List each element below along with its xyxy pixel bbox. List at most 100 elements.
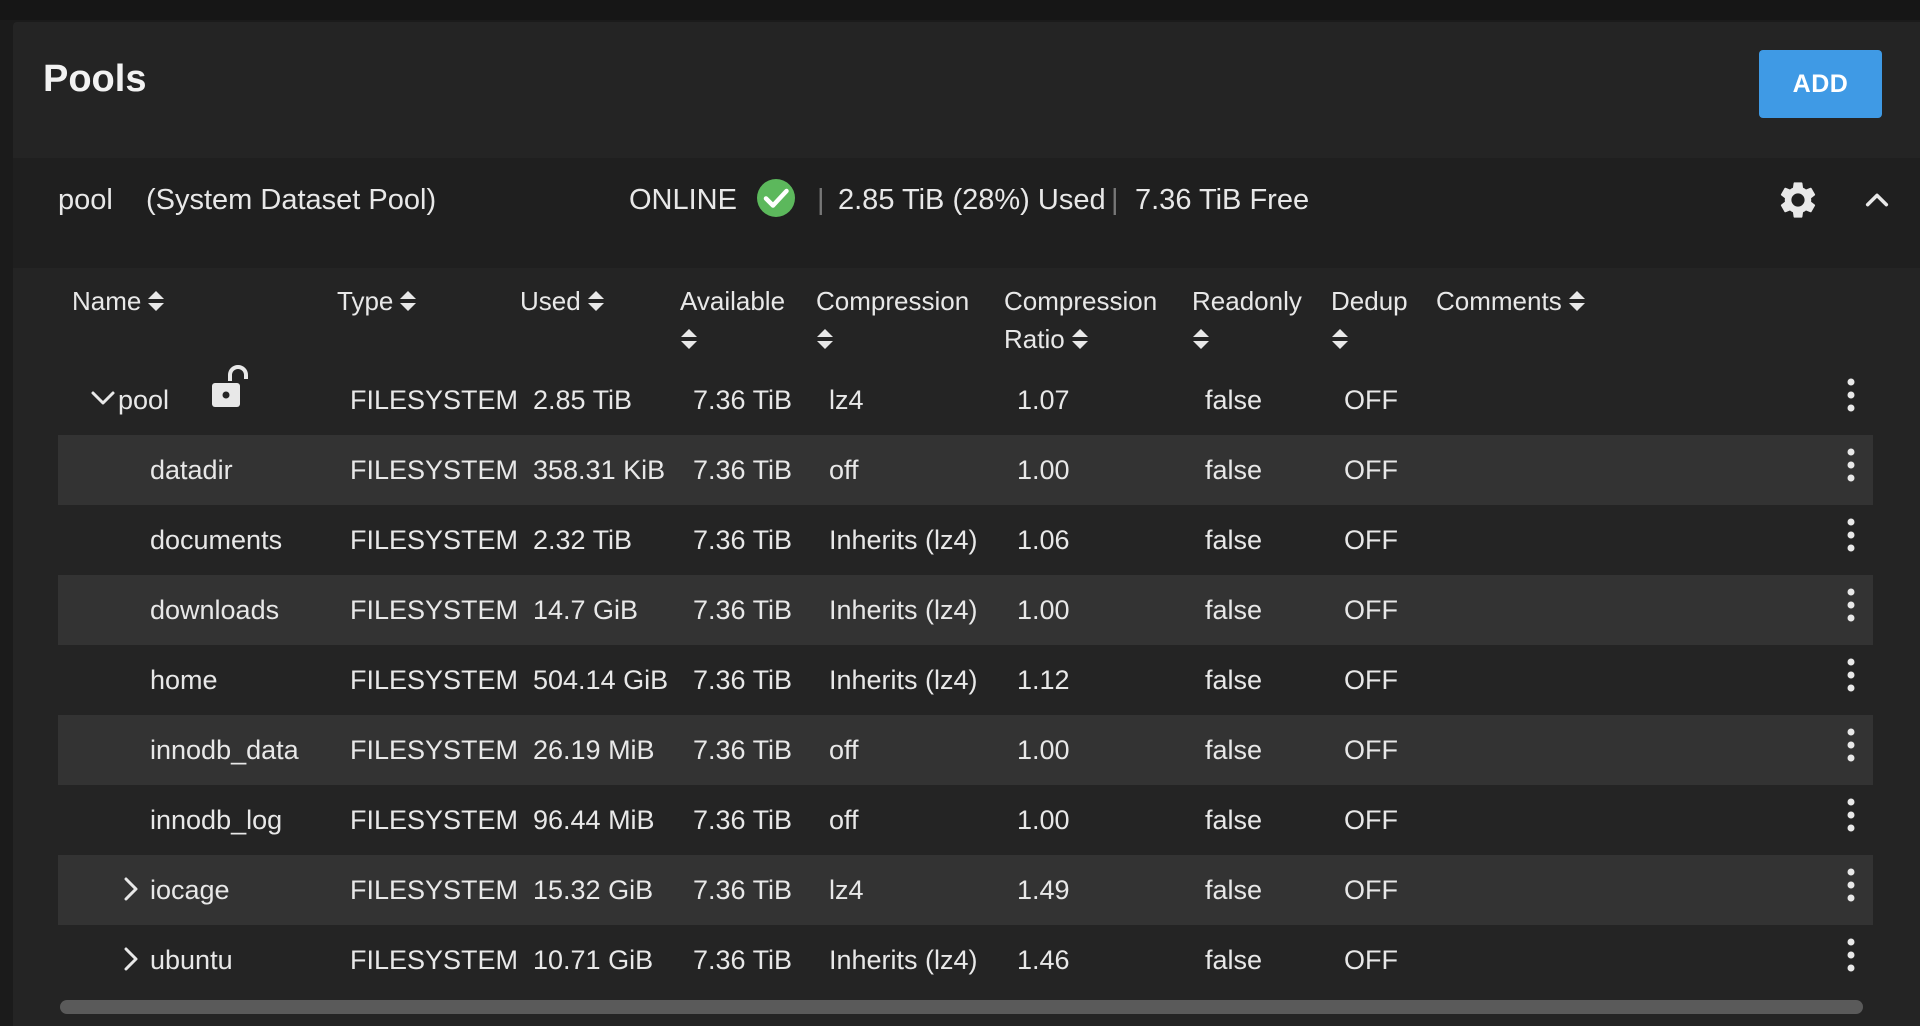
column-header-label: Readonly (1192, 286, 1302, 316)
more-vert-icon[interactable] (1843, 515, 1859, 555)
table-row[interactable]: home FILESYSTEM 504.14 GiB 7.36 TiB Inhe… (58, 645, 1873, 715)
sort-icon[interactable] (1071, 328, 1089, 350)
sort-icon[interactable] (399, 290, 417, 312)
cell-readonly: false (1205, 945, 1263, 975)
cell-name: home (150, 665, 218, 695)
chevron-up-icon[interactable] (1863, 186, 1891, 214)
sort-icon[interactable] (1568, 290, 1586, 312)
column-header-label: Available (680, 286, 786, 316)
cell-dedup: OFF (1344, 945, 1398, 975)
chevron-down-icon[interactable] (90, 389, 116, 409)
check-circle-icon (757, 179, 795, 217)
cell-ratio: 1.00 (1017, 805, 1070, 835)
cell-dedup: OFF (1344, 455, 1398, 485)
cell-compression: Inherits (lz4) (829, 595, 978, 625)
chevron-right-icon[interactable] (120, 945, 142, 973)
cell-dedup: OFF (1344, 595, 1398, 625)
more-vert-icon[interactable] (1843, 725, 1859, 765)
sort-icon[interactable] (680, 328, 698, 350)
cell-available: 7.36 TiB (693, 945, 793, 975)
lock-open-icon (212, 365, 248, 407)
cell-dedup: OFF (1344, 735, 1398, 765)
add-button[interactable]: ADD (1759, 50, 1882, 118)
table-row[interactable]: datadir FILESYSTEM 358.31 KiB 7.36 TiB o… (58, 435, 1873, 505)
cell-used: 358.31 KiB (533, 455, 666, 485)
cell-dedup: OFF (1344, 875, 1398, 905)
cell-type: FILESYSTEM (350, 735, 519, 765)
table-row[interactable]: documents FILESYSTEM 2.32 TiB 7.36 TiB I… (58, 505, 1873, 575)
more-vert-icon[interactable] (1843, 445, 1859, 485)
cell-name: iocage (150, 875, 230, 905)
cell-ratio: 1.49 (1017, 875, 1070, 905)
more-vert-icon[interactable] (1843, 585, 1859, 625)
sort-icon[interactable] (1192, 328, 1210, 350)
cell-available: 7.36 TiB (693, 665, 793, 695)
column-header-label: Type (337, 286, 394, 316)
cell-available: 7.36 TiB (693, 595, 793, 625)
cell-used: 15.32 GiB (533, 875, 654, 905)
column-header-compression-ratio[interactable]: Compression Ratio (1004, 282, 1157, 358)
cell-used: 504.14 GiB (533, 665, 669, 695)
cell-readonly: false (1205, 735, 1263, 765)
cell-readonly: false (1205, 385, 1263, 415)
sort-icon[interactable] (147, 290, 165, 312)
horizontal-scrollbar[interactable] (60, 1000, 1863, 1014)
cell-type: FILESYSTEM (350, 945, 519, 975)
cell-readonly: false (1205, 595, 1263, 625)
column-header-label: Comments (1436, 286, 1562, 316)
cell-used: 26.19 MiB (533, 735, 655, 765)
gear-icon[interactable] (1776, 178, 1820, 222)
cell-type: FILESYSTEM (350, 805, 519, 835)
column-header-readonly[interactable]: Readonly (1192, 282, 1302, 358)
table-row[interactable]: downloads FILESYSTEM 14.7 GiB 7.36 TiB I… (58, 575, 1873, 645)
pool-name: pool (58, 184, 113, 216)
more-vert-icon[interactable] (1843, 865, 1859, 905)
more-vert-icon[interactable] (1843, 935, 1859, 975)
datasets-table: Name Type Used Available Compression Com… (13, 268, 1920, 1026)
cell-available: 7.36 TiB (693, 455, 793, 485)
cell-type: FILESYSTEM (350, 455, 519, 485)
table-row[interactable]: innodb_data FILESYSTEM 26.19 MiB 7.36 Ti… (58, 715, 1873, 785)
column-header-label: Dedup (1331, 286, 1408, 316)
column-header-name[interactable]: Name (72, 282, 165, 320)
chevron-right-icon[interactable] (120, 875, 142, 903)
cell-readonly: false (1205, 455, 1263, 485)
column-header-label: Name (72, 286, 142, 316)
table-row[interactable]: pool FILESYSTEM 2.85 TiB 7.36 TiB lz4 1.… (58, 365, 1873, 435)
table-row[interactable]: iocage FILESYSTEM 15.32 GiB 7.36 TiB lz4… (58, 855, 1873, 925)
cell-compression: off (829, 735, 859, 765)
column-header-comments[interactable]: Comments (1436, 282, 1586, 320)
more-vert-icon[interactable] (1843, 655, 1859, 695)
cell-ratio: 1.00 (1017, 735, 1070, 765)
cell-readonly: false (1205, 805, 1263, 835)
cell-compression: lz4 (829, 875, 864, 905)
cell-compression: off (829, 805, 859, 835)
sort-icon[interactable] (1331, 328, 1349, 350)
cell-used: 96.44 MiB (533, 805, 655, 835)
cell-used: 10.71 GiB (533, 945, 654, 975)
table-row[interactable]: innodb_log FILESYSTEM 96.44 MiB 7.36 TiB… (58, 785, 1873, 855)
pool-tag: (System Dataset Pool) (146, 184, 437, 216)
cell-ratio: 1.06 (1017, 525, 1070, 555)
sort-icon[interactable] (587, 290, 605, 312)
cell-name: ubuntu (150, 945, 233, 975)
column-header-label: Used (520, 286, 581, 316)
column-header-type[interactable]: Type (337, 282, 417, 320)
column-header-dedup[interactable]: Dedup (1331, 282, 1408, 358)
cell-compression: off (829, 455, 859, 485)
cell-dedup: OFF (1344, 665, 1398, 695)
column-header-compression[interactable]: Compression (816, 282, 969, 358)
column-header-used[interactable]: Used (520, 282, 605, 320)
column-header-available[interactable]: Available (680, 282, 785, 358)
table-row[interactable]: ubuntu FILESYSTEM 10.71 GiB 7.36 TiB Inh… (58, 925, 1873, 995)
cell-readonly: false (1205, 525, 1263, 555)
column-header-label: Compression (816, 286, 970, 316)
more-vert-icon[interactable] (1843, 375, 1859, 415)
separator: | (1111, 184, 1119, 216)
cell-readonly: false (1205, 875, 1263, 905)
sort-icon[interactable] (816, 328, 834, 350)
cell-available: 7.36 TiB (693, 805, 793, 835)
pool-header: pool (System Dataset Pool) ONLINE | 2.85… (13, 158, 1920, 268)
cell-ratio: 1.07 (1017, 385, 1070, 415)
more-vert-icon[interactable] (1843, 795, 1859, 835)
